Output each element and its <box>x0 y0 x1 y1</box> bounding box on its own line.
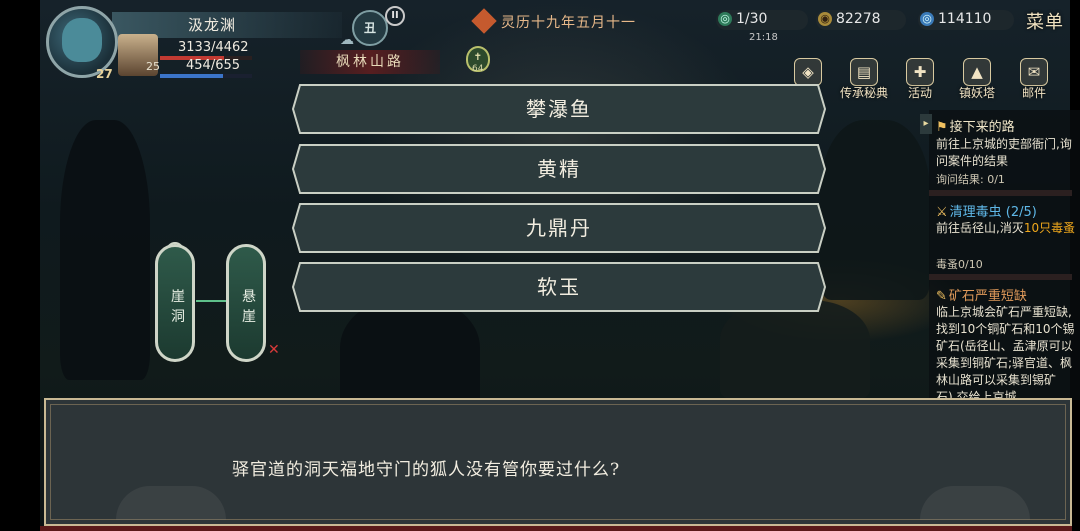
mp-bar-fill <box>160 74 224 78</box>
medal-value: 64 <box>472 64 484 74</box>
player-name: 汲龙渊 <box>188 16 237 34</box>
mp-value: 454/655 <box>186 58 241 73</box>
mail-icon: ✉ <box>1020 58 1048 86</box>
system-clock: 21:18 <box>749 32 778 43</box>
coins-value: 82278 <box>836 11 881 27</box>
choice-label: 九鼎丹 <box>526 216 592 240</box>
feature-book[interactable]: ▤ 传承秘典 <box>840 58 888 102</box>
map-node-link <box>196 300 226 302</box>
choice-label: 软玉 <box>537 275 581 299</box>
feature-label: 邮件 <box>1021 86 1046 100</box>
quest-body: 前往上京城的吏部衙门,询问案件的结果 <box>936 137 1072 168</box>
left-letterbox <box>0 0 40 531</box>
pause-button[interactable]: II <box>385 6 405 26</box>
jade-icon: ◎ <box>920 12 934 26</box>
choice-label: 黄精 <box>537 157 581 181</box>
quest-divider <box>929 190 1072 196</box>
stamina-value: 1/30 <box>736 11 768 27</box>
feature-label: 镇妖塔 <box>958 86 995 100</box>
tower-icon: ▲ <box>963 58 991 86</box>
map-node-cave[interactable]: 崖洞 <box>155 244 195 362</box>
mp-bar <box>160 74 252 78</box>
player-level: 27 <box>96 67 113 81</box>
answer-choice-2[interactable]: 黄精 <box>292 144 826 194</box>
quest-divider <box>929 274 1072 280</box>
jade-value: 114110 <box>938 11 992 27</box>
feature-label: 传承秘典 <box>839 86 888 100</box>
map-node-label: 悬崖 <box>242 289 256 325</box>
cloud-ornament-icon <box>116 486 226 520</box>
book-icon: ▤ <box>850 58 878 86</box>
stamina-icon: ◎ <box>718 12 732 26</box>
dialog-question: 驿官道的洞天福地守门的狐人没有管你要过什么? <box>232 460 621 480</box>
flag-icon: ⚑ <box>936 120 948 135</box>
gift-icon: ✚ <box>906 58 934 86</box>
feature-label: 活动 <box>907 86 932 100</box>
quest-progress: 毒蚤0/10 <box>936 258 983 271</box>
quest-progress: 询问结果: 0/1 <box>936 173 1005 186</box>
blocked-x-icon: ✕ <box>268 342 280 358</box>
coin-icon: ◉ <box>818 12 832 26</box>
cloud-weather-icon: ☁ <box>340 32 354 48</box>
quest-title[interactable]: ✎ 矿石严重短缺 <box>936 285 1027 304</box>
hp-value: 3133/4462 <box>178 40 249 55</box>
map-node-cliff[interactable]: 悬崖 <box>226 244 266 362</box>
time-period-badge: 丑 <box>352 10 388 46</box>
feature-tower[interactable]: ▲ 镇妖塔 <box>957 58 997 102</box>
choice-label: 攀瀑鱼 <box>526 97 592 121</box>
quest-title[interactable]: ⚑ 接下来的路 <box>936 116 1015 135</box>
chest-icon: ◈ <box>794 58 822 86</box>
bottom-strip <box>40 526 1072 531</box>
feature-gift[interactable]: ✚ 活动 <box>900 58 940 102</box>
quest-body: 前往岳径山,消灭10只毒蚤 <box>936 221 1076 235</box>
cloud-ornament-icon <box>920 486 1030 520</box>
sword-icon: ⚔ <box>936 205 948 220</box>
pet-level: 25 <box>146 60 160 73</box>
location-name: 枫林山路 <box>300 50 440 74</box>
calendar-date: 灵历十九年五月十一 <box>501 15 636 31</box>
scroll-icon: ✎ <box>936 289 947 304</box>
answer-choice-4[interactable]: 软玉 <box>292 262 826 312</box>
quest-title[interactable]: ⚔ 清理毒虫 (2/5) <box>936 201 1037 220</box>
player-avatar-face-icon <box>62 18 102 62</box>
answer-choice-1[interactable]: 攀瀑鱼 <box>292 84 826 134</box>
menu-button[interactable]: 菜单 <box>1026 8 1064 34</box>
answer-choice-3[interactable]: 九鼎丹 <box>292 203 826 253</box>
feature-mail[interactable]: ✉ 邮件 <box>1014 58 1054 102</box>
quest-body: 临上京城会矿石严重短缺,找到10个铜矿石和10个锡矿石(岳径山、孟津原可以采集到… <box>936 305 1075 398</box>
map-node-label: 崖洞 <box>171 289 185 325</box>
quest-collapse-arrow-icon[interactable]: ▸ <box>920 114 932 134</box>
